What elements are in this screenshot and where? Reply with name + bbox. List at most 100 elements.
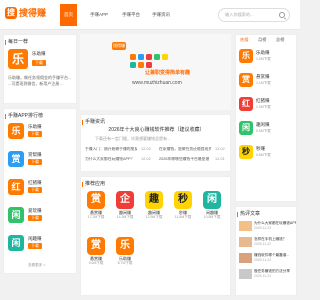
article-thumbnail [239, 221, 252, 231]
hot-app-icon: 秒 [239, 145, 253, 159]
daily-pick-panel: 每日一荐 乐 乐助赚 下载 乐助赚，做任务领佣金的手赚平台... ...可提现到… [3, 34, 77, 104]
daily-app-icon[interactable]: 乐 [8, 49, 28, 69]
rank-download-button[interactable]: 下载 [28, 159, 42, 165]
rank-app-name[interactable]: 乐助赚 [28, 124, 42, 130]
hot-item[interactable]: 红 红猪赚 1.0M下载 [239, 97, 295, 113]
news-title: 手赚资讯 [81, 119, 106, 125]
article-item[interactable]: 赚钱软件哪个最靠谱... 2025-11-22 [239, 253, 295, 265]
hot-app-meta: 1.2M下载 [256, 57, 271, 61]
rank-download-button[interactable]: 下载 [28, 131, 42, 137]
promo-banner[interactable]: 搜得赚 让兼职变得简单有趣 www.muzhizhuan.com [80, 34, 231, 110]
hot-item[interactable]: 赏 悬赏赚 1.1M下载 [239, 73, 295, 89]
daily-download-button[interactable]: 下载 [32, 60, 46, 66]
hot-app-name: 红猪赚 [256, 98, 270, 103]
search-input[interactable]: 输入你搜索的... [218, 8, 290, 22]
banner-app-icon [146, 62, 152, 68]
daily-app-name[interactable]: 乐助赚 [32, 51, 46, 57]
hot-app-icon: 赏 [239, 73, 253, 87]
articles-title: 热评文章 [236, 211, 261, 217]
article-date: 2025-11-21 [254, 274, 272, 278]
recommend-app-icon: 赏 [87, 191, 105, 209]
app-rank-title: 手赚APP排行榜 [4, 113, 44, 119]
article-date: 2025-11-22 [254, 242, 272, 246]
rank-app-icon[interactable]: 闲 [8, 235, 24, 251]
article-item[interactable]: 做任务赚钱的方法分享 2025-11-21 [239, 269, 295, 281]
recommend-app[interactable]: 闲 闲趣赚 10.8M下载 [199, 191, 225, 223]
news-item[interactable]: 手赚入门：刚开始做手赚的朋友一定要看 [85, 147, 137, 152]
banner-app-icon [130, 62, 136, 68]
rank-download-button[interactable]: 下载 [28, 243, 42, 249]
news-date: 12-02 [141, 147, 151, 151]
recommend-app[interactable]: 企 趣闲赚 14.3M下载 [112, 191, 138, 223]
daily-desc: 乐助赚，做任务领佣金的手赚平台... [8, 75, 72, 80]
logo-icon: 搜 [5, 7, 17, 19]
news-item[interactable]: 在家赚钱，靠做任务还能提现到微信 [159, 147, 211, 152]
rank-download-button[interactable]: 下载 [28, 215, 42, 221]
hot-app-name: 悬赏赚 [256, 74, 270, 79]
rank-app-icon[interactable]: 红 [8, 179, 24, 195]
banner-app-icon [154, 54, 160, 60]
article-thumbnail [239, 253, 252, 263]
nav-news[interactable]: 手赚资讯 [152, 0, 170, 30]
rank-app-icon[interactable]: 赏 [8, 151, 24, 167]
recommend-app-meta: 17.2M下载 [87, 215, 105, 219]
top-header: 搜 搜得赚 首页 手赚APP 手赚平台 手赚资讯 输入你搜索的... [0, 0, 300, 30]
banner-app-icon [146, 54, 152, 60]
recommend-app[interactable]: 赏 悬赏赚 17.2M下载 [83, 191, 109, 223]
rank-more-link[interactable]: 查看更多 > [28, 263, 45, 268]
hot-item[interactable]: 乐 乐助赚 1.2M下载 [239, 49, 295, 65]
banner-app-icon [162, 54, 168, 60]
recommend-app[interactable]: 赏 悬赏赚 9.6M下载 [83, 237, 109, 269]
rank-app-name[interactable]: 闲趣赚 [28, 236, 42, 242]
hot-list-panel: 热搜 月榜 总榜 乐 乐助赚 1.2M下载 赏 悬赏赚 1.1M下载 红 红猪赚… [235, 34, 297, 202]
article-item[interactable]: 为什么大家都在玩赚钱APP... 2025-11-22 [239, 221, 296, 233]
article-date: 2025-11-22 [254, 226, 272, 230]
nav-apps[interactable]: 手赚APP [90, 0, 108, 30]
hot-app-name: 乐助赚 [256, 50, 270, 55]
recommend-app-icon: 秒 [174, 191, 192, 209]
recommend-app[interactable]: 趣 趣闲赚 12.5M下载 [141, 191, 167, 223]
tab-total[interactable]: 总榜 [276, 37, 284, 43]
hot-app-icon: 闲 [239, 121, 253, 135]
rank-app-name[interactable]: 红猪赚 [28, 180, 42, 186]
search-icon[interactable] [279, 12, 285, 18]
news-summary: 下载还有一定门槛，毕竟想要赚钱总是有... [95, 136, 171, 141]
tab-monthly[interactable]: 月榜 [258, 37, 266, 43]
news-headline[interactable]: 2026年十大良心赚钱软件推荐（建议收藏） [81, 127, 232, 134]
app-rank-panel: 手赚APP排行榜 乐 乐助赚 下载 赏 赏帮赚 下载 红 红猪赚 下载 闲 爱玩… [3, 108, 77, 274]
recommend-app-meta: 9.6M下载 [88, 261, 104, 265]
hot-tabs: 热搜 月榜 总榜 [236, 35, 293, 45]
article-thumbnail [239, 269, 252, 279]
rank-app-name[interactable]: 赏帮赚 [28, 152, 42, 158]
news-item[interactable]: 2026年做哪些赚钱平台最靠谱 [159, 157, 211, 162]
hot-app-meta: 0.9M下载 [256, 129, 271, 133]
rank-app-name[interactable]: 爱玩赚 [28, 208, 42, 214]
hot-app-icon: 红 [239, 97, 253, 111]
nav-home[interactable]: 首页 [60, 4, 77, 26]
hot-item[interactable]: 闲 趣闲赚 0.9M下载 [239, 121, 295, 137]
hot-app-name: 趣闲赚 [256, 122, 270, 127]
tab-hot[interactable]: 热搜 [240, 37, 248, 43]
recommend-app-icon: 趣 [145, 191, 163, 209]
nav-platforms[interactable]: 手赚平台 [122, 0, 140, 30]
recommend-app-meta: 12.5M下载 [145, 215, 163, 219]
daily-pick-title: 每日一荐 [4, 39, 29, 45]
recommend-app-meta: 8.7M下载 [117, 261, 133, 265]
rank-download-button[interactable]: 下载 [28, 187, 42, 193]
recommend-app-icon: 乐 [116, 237, 134, 255]
banner-app-icon [130, 54, 136, 60]
recommend-app[interactable]: 乐 乐助赚 8.7M下载 [112, 237, 138, 269]
site-logo[interactable]: 搜 搜得赚 [5, 7, 51, 21]
article-item[interactable]: 怎样在手机上赚钱？ 2025-11-22 [239, 237, 295, 249]
banner-url: www.muzhizhuan.com [132, 80, 182, 86]
banner-logo: 搜得赚 [112, 42, 126, 50]
rank-app-icon[interactable]: 闲 [8, 207, 24, 223]
hot-app-meta: 1.1M下载 [256, 81, 271, 85]
banner-app-icon [138, 62, 144, 68]
hot-app-meta: 0.8M下载 [256, 153, 271, 157]
hot-item[interactable]: 秒 秒赚 0.8M下载 [239, 145, 295, 161]
rank-app-icon[interactable]: 乐 [8, 123, 24, 139]
recommend-app[interactable]: 秒 秒赚 11.6M下载 [170, 191, 196, 223]
news-item[interactable]: 为什么大家都在玩赚钱APP？ [85, 157, 137, 162]
recommend-app-icon: 企 [116, 191, 134, 209]
